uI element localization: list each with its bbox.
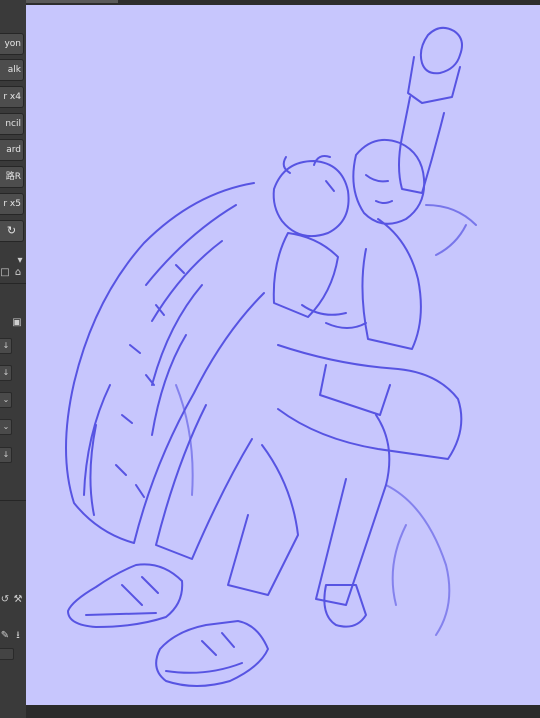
chevron-down-icon[interactable]: ▾ xyxy=(15,256,25,266)
layer-button-2[interactable]: ↓ xyxy=(0,365,12,381)
sketch-stroke xyxy=(65,182,265,544)
sketch-stroke xyxy=(85,576,159,616)
sketch-stroke xyxy=(277,344,463,460)
sketch-drawing xyxy=(65,26,477,687)
sketch-stroke xyxy=(352,139,426,225)
chevron-down-icon: ⌄ xyxy=(2,422,10,431)
divider xyxy=(0,500,26,501)
copy-icon[interactable]: □ xyxy=(0,268,10,278)
sketch-stroke xyxy=(155,404,253,560)
chevron-down-icon: ⌄ xyxy=(2,395,10,404)
brush-item-3[interactable]: r x4 xyxy=(0,86,24,108)
scroll-handle[interactable] xyxy=(0,648,14,660)
drawing-canvas[interactable] xyxy=(26,5,540,705)
canvas-tab[interactable] xyxy=(26,0,118,3)
brush-item-4[interactable]: ncil xyxy=(0,113,24,135)
sketch-stroke xyxy=(165,632,243,674)
divider xyxy=(0,283,26,284)
wrench-icon[interactable]: ⚒ xyxy=(13,595,23,605)
lasso-icon: ↻ xyxy=(6,224,17,237)
sketch-stroke xyxy=(155,620,269,687)
sketch-stroke xyxy=(272,232,339,318)
lock-icon[interactable]: ▣ xyxy=(12,318,22,328)
brush-item-label: yon xyxy=(4,39,21,49)
layer-download-icon: ↓ xyxy=(2,368,10,377)
sketch-stroke xyxy=(407,56,461,104)
brush-item-label: r x4 xyxy=(3,92,21,102)
layer-button-5[interactable]: ↓ xyxy=(0,447,12,463)
brush-item-label: 路R xyxy=(5,172,21,182)
refresh-icon[interactable]: ↺ xyxy=(0,595,10,605)
sketch-stroke xyxy=(67,563,184,628)
sketch-stroke xyxy=(365,174,393,204)
sketch-stroke xyxy=(361,218,422,350)
layer-button-4[interactable]: ⌄ xyxy=(0,419,12,435)
sketch-stroke xyxy=(425,204,477,256)
trash-icon[interactable]: ⌂ xyxy=(13,268,23,278)
brush-item-2[interactable]: alk xyxy=(0,59,24,81)
layer-download-icon: ↓ xyxy=(2,450,10,459)
brush-item-1[interactable]: yon xyxy=(0,33,24,55)
layer-button-3[interactable]: ⌄ xyxy=(0,392,12,408)
lasso-tool-item[interactable]: ↻ xyxy=(0,220,24,242)
sketch-stroke xyxy=(319,364,391,416)
brush-item-5[interactable]: ard xyxy=(0,139,24,161)
brush-item-label: ncil xyxy=(5,119,21,129)
left-sidebar: yon alk r x4 ncil ard 路R r x5 ↻ ▾ □ ⌂ ▣ … xyxy=(0,0,27,718)
brush-item-label: r x5 xyxy=(3,199,21,209)
download-icon[interactable]: ⭳ xyxy=(13,631,23,641)
brush-item-label: ard xyxy=(6,145,21,155)
paint-icon[interactable]: ✎ xyxy=(0,631,10,641)
sketch-stroke xyxy=(175,384,451,636)
sketch-stroke xyxy=(227,444,299,596)
layer-download-icon: ↓ xyxy=(2,341,10,350)
sketch-stroke xyxy=(272,160,350,237)
sketch-stroke xyxy=(83,384,111,516)
status-strip xyxy=(26,705,540,718)
sketch-stroke xyxy=(145,204,237,436)
sketch-stroke xyxy=(115,264,185,498)
sketch-stroke xyxy=(419,26,463,75)
brush-item-7[interactable]: r x5 xyxy=(0,193,24,215)
sketch-stroke xyxy=(301,304,367,329)
brush-item-6[interactable]: 路R xyxy=(0,166,24,188)
brush-item-label: alk xyxy=(7,65,21,75)
layer-button-1[interactable]: ↓ xyxy=(0,338,12,354)
